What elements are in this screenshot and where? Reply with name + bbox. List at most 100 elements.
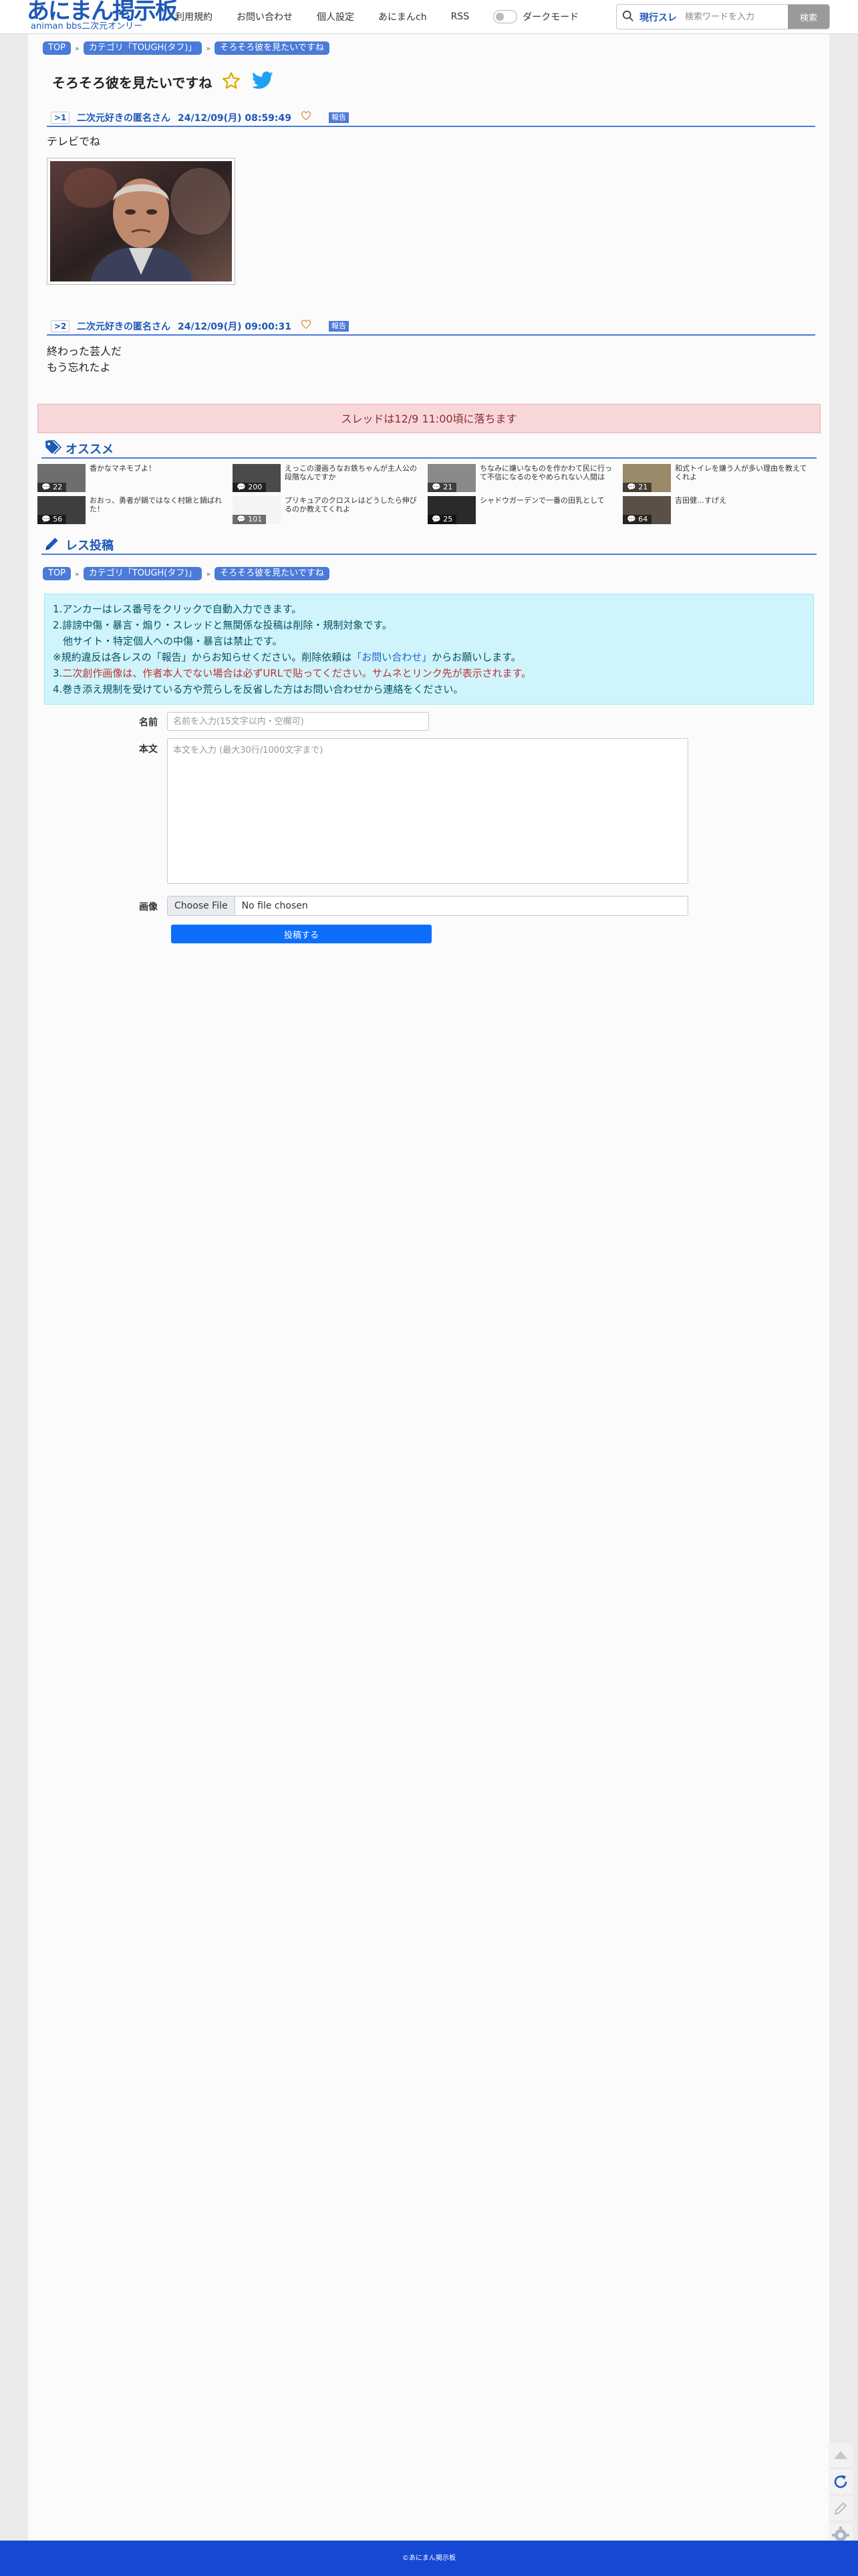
post-image[interactable] (47, 158, 235, 285)
body-label: 本文 (139, 744, 158, 755)
recommend-item[interactable]: 💬 25 シャドウガーデンで一番の田乳として (428, 496, 621, 524)
breadcrumb-thread[interactable]: そろそろ彼を見たいですね (214, 41, 329, 55)
nav-settings-link[interactable]: 個人設定 (317, 10, 354, 23)
comment-count: 💬 25 (428, 515, 457, 524)
rule-line: 2.誹謗中傷・暴言・煽り・スレッドと無関係な投稿は削除・規制対象です。 (53, 619, 392, 631)
nav-contact-link[interactable]: お問い合わせ (237, 10, 293, 23)
recommend-item[interactable]: 💬 64 吉田健…すげえ (623, 496, 817, 524)
breadcrumb-bottom: TOP » カテゴリ「TOUGH(タフ)」 » そろそろ彼を見たいですね (43, 567, 329, 580)
post-body: テレビでね (47, 134, 100, 150)
image-file-input[interactable]: Choose File No file chosen (167, 896, 688, 916)
tag-icon (45, 440, 61, 455)
site-logo[interactable]: あにまん掲示板 animan bbs二次元オンリー (27, 0, 178, 33)
post-body: 終わった芸人だ もう忘れたよ (47, 344, 122, 376)
recommend-title: オススメ (65, 443, 114, 457)
favorite-star-icon[interactable] (221, 71, 242, 91)
logo-sub-text: animan bbs二次元オンリー (31, 21, 143, 31)
post-text-line: もう忘れたよ (47, 361, 111, 374)
breadcrumb-top[interactable]: TOP (43, 41, 72, 55)
nav-rss-link[interactable]: RSS (451, 11, 470, 22)
breadcrumb-separator: » (75, 43, 80, 53)
breadcrumb-thread[interactable]: そろそろ彼を見たいですね (214, 567, 329, 580)
recommend-item[interactable]: 💬 21 ちなみに嫌いなものを作かわて民に行って不信になるのをやめられない人間は (428, 464, 621, 492)
post-header: >1 二次元好きの匿名さん 24/12/09(月) 08:59:49 報告 (47, 111, 815, 127)
rule-line: ※規約違反は各レスの「報告」からお知らせください。削除依頼は「お問い合わせ」から… (53, 649, 805, 665)
breadcrumb-separator: » (206, 43, 211, 53)
file-status: No file chosen (241, 901, 308, 911)
post-author: 二次元好きの匿名さん (77, 113, 170, 124)
nav-animanch-link[interactable]: あにまんch (378, 10, 427, 23)
recommend-thumbnail: 💬 64 (623, 496, 671, 524)
breadcrumb-category[interactable]: カテゴリ「TOUGH(タフ)」 (83, 567, 202, 580)
recommend-item[interactable]: 💬 22 香かなマネモブよ！ (37, 464, 231, 492)
rule-text: 3. (53, 667, 63, 679)
edit-icon[interactable] (829, 2496, 853, 2521)
recommend-thumbnail: 💬 21 (428, 464, 476, 492)
comment-count: 💬 21 (623, 483, 652, 492)
recommend-thumbnail: 💬 56 (37, 496, 86, 524)
darkmode-toggle[interactable] (493, 10, 518, 23)
search-icon (622, 10, 633, 21)
rule-warning-text: サムネとリンク先が表示されます。 (372, 667, 532, 679)
darkmode-switch[interactable]: ダークモード (493, 10, 579, 23)
post-date: 24/12/09(月) 09:00:31 (178, 322, 291, 332)
breadcrumb-separator: » (75, 569, 80, 578)
res-number[interactable]: >2 (51, 320, 70, 332)
name-input[interactable] (167, 712, 429, 731)
recommend-item[interactable]: 💬 101 プリキュアのクロスレはどうしたら伸びるのか教えてくれよ (233, 496, 426, 524)
post-author: 二次元好きの匿名さん (77, 322, 170, 332)
recommend-section-header: オススメ (41, 439, 817, 459)
recommend-title-text: ちなみに嫌いなものを作かわて民に行って不信になるのをやめられない人間は (480, 464, 612, 481)
nav-terms-link[interactable]: 利用規約 (175, 10, 212, 23)
recommend-thumbnail: 💬 25 (428, 496, 476, 524)
scroll-top-icon[interactable] (829, 2443, 853, 2467)
recommend-title-text: プリキュアのクロスレはどうしたら伸びるのか教えてくれよ (285, 496, 417, 513)
rule-line: 4.巻き添え規制を受けている方や荒らしを反省した方はお問い合わせから連絡をくださ… (53, 683, 464, 695)
rule-line: 他サイト・特定個人への中傷・暴言は禁止です。 (53, 635, 283, 647)
rule-line: 1.アンカーはレス番号をクリックで自動入力できます。 (53, 603, 302, 615)
report-button[interactable]: 報告 (329, 321, 349, 332)
submit-button[interactable]: 投稿する (171, 925, 432, 943)
recommend-item[interactable]: 💬 200 えっこの漫画ろなお鉄ちゃんが主人公の段階なんですか (233, 464, 426, 492)
post-header: >2 二次元好きの匿名さん 24/12/09(月) 09:00:31 報告 (47, 320, 815, 336)
site-footer: ©あにまん掲示板 (0, 2541, 858, 2576)
recommend-title-text: 和式トイレを嫌う人が多い理由を教えてくれよ (675, 464, 807, 481)
res-number[interactable]: >1 (51, 112, 70, 124)
comment-count: 💬 200 (233, 483, 267, 492)
posting-rules: 1.アンカーはレス番号をクリックで自動入力できます。 2.誹謗中傷・暴言・煽り・… (44, 594, 814, 705)
reload-icon[interactable] (829, 2470, 853, 2494)
search-input[interactable] (684, 7, 786, 26)
logo-main-text: あにまん掲示板 (27, 0, 178, 25)
recommend-title-text: えっこの漫画ろなお鉄ちゃんが主人公の段階なんですか (285, 464, 417, 481)
like-heart-icon[interactable] (301, 110, 311, 121)
recommend-title-text: 香かなマネモブよ！ (90, 464, 156, 473)
rule-warning-text: 二次創作画像は、作者本人でない場合は必ずURLで貼ってください。 (62, 667, 372, 679)
recommend-thumbnail: 💬 21 (623, 464, 671, 492)
darkmode-label: ダークモード (523, 12, 579, 23)
twitter-share-icon[interactable] (251, 71, 274, 91)
search-box: 現行スレ 検索 (616, 4, 830, 29)
breadcrumb-category[interactable]: カテゴリ「TOUGH(タフ)」 (83, 41, 202, 55)
search-scope-select[interactable]: 現行スレ (639, 11, 677, 24)
thread-expiry-notice: スレッドは12/9 11:00頃に落ちます (37, 404, 821, 433)
recommend-title-text: 吉田健…すげえ (675, 496, 726, 505)
search-button[interactable]: 検索 (788, 5, 829, 29)
choose-file-button[interactable]: Choose File (168, 897, 235, 915)
report-button[interactable]: 報告 (329, 112, 349, 123)
recommend-title-text: おおっ、勇者が鍋ではなく村鍬と鍋ばれた！ (90, 496, 222, 513)
name-label: 名前 (139, 717, 158, 728)
thread-title: そろそろ彼を見たいですね (52, 75, 212, 91)
recommend-item[interactable]: 💬 21 和式トイレを嫌う人が多い理由を教えてくれよ (623, 464, 817, 492)
reply-section-header: レス投稿 (41, 535, 817, 555)
site-header: あにまん掲示板 animan bbs二次元オンリー 利用規約 お問い合わせ 個人… (0, 0, 858, 34)
like-heart-icon[interactable] (301, 319, 311, 330)
recommend-thumbnail: 💬 200 (233, 464, 281, 492)
recommend-thumbnail: 💬 22 (37, 464, 86, 492)
recommend-item[interactable]: 💬 56 おおっ、勇者が鍋ではなく村鍬と鍋ばれた！ (37, 496, 231, 524)
comment-count: 💬 101 (233, 515, 267, 524)
body-textarea[interactable] (167, 738, 688, 884)
contact-link[interactable]: 「お問い合わせ」 (351, 651, 432, 663)
post-date: 24/12/09(月) 08:59:49 (178, 113, 291, 124)
breadcrumb: TOP » カテゴリ「TOUGH(タフ)」 » そろそろ彼を見たいですね (43, 41, 329, 55)
breadcrumb-top[interactable]: TOP (43, 567, 72, 580)
